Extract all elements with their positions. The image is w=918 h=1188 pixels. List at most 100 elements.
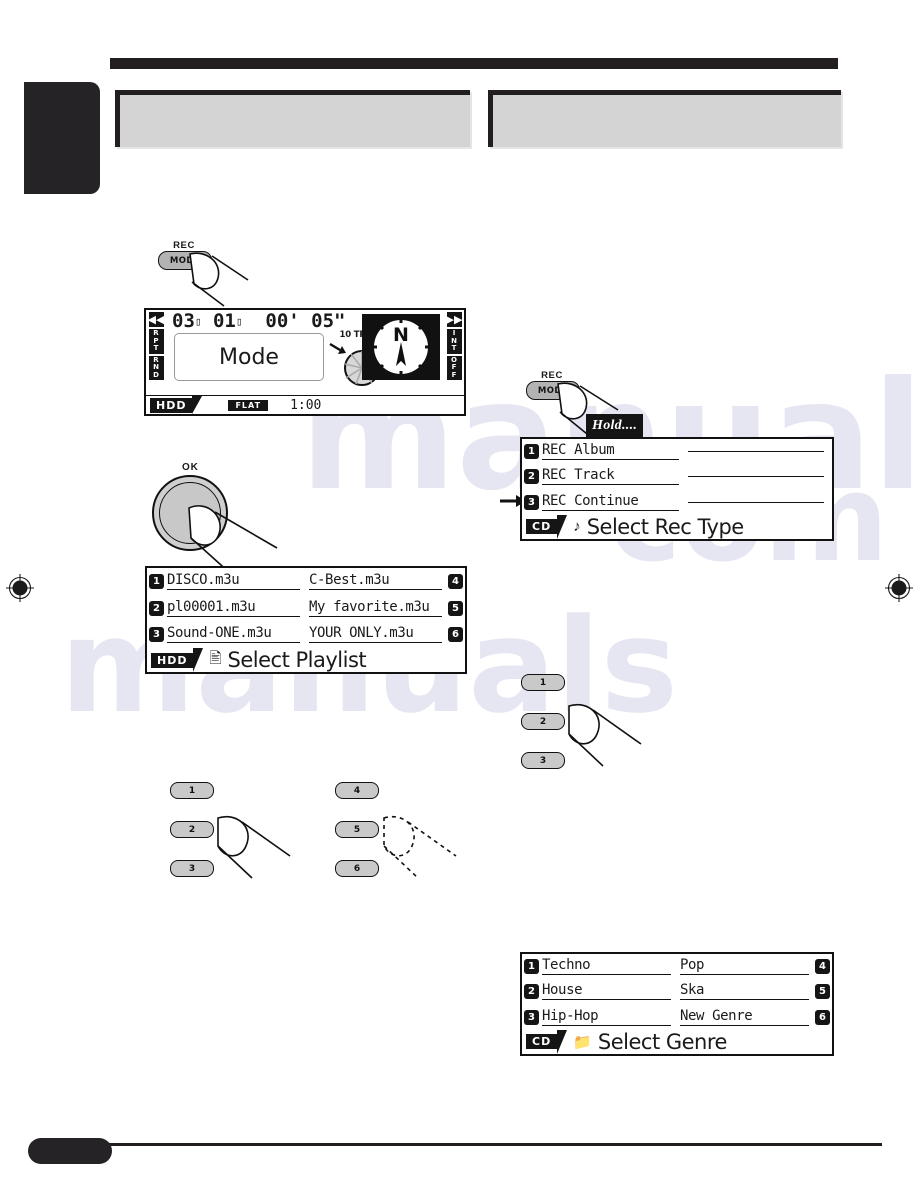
genre-index-left: 3 (524, 1009, 539, 1025)
status-bar-slant (192, 396, 203, 414)
rectype-item-rec-continue[interactable]: REC Continue (542, 493, 679, 511)
section-heading-box-left (115, 90, 470, 147)
rectype-row[interactable]: 3 REC Continue (522, 490, 832, 515)
rec-mode-key-right[interactable]: REC MODE (518, 370, 592, 400)
preset-key-1[interactable]: 1 (521, 674, 565, 691)
genre-item-house[interactable]: House (542, 982, 671, 1001)
genre-index-right: 4 (815, 959, 830, 975)
status-bar-slant (193, 648, 204, 673)
rectype-index-left: 1 (524, 444, 539, 460)
preset-key-column-left[interactable]: 1 2 3 (170, 782, 214, 877)
preset-key-3-label: 3 (188, 863, 196, 874)
preset-key-2-label: 2 (539, 716, 547, 727)
rectype-display-status-bar: CD ♪ Select Rec Type (522, 514, 832, 539)
playlist-item-2[interactable]: pl00001.m3u (167, 599, 300, 617)
playlist-row[interactable]: 1 DISCO.m3u C-Best.m3u 4 (147, 568, 465, 595)
genre-index-left: 2 (524, 984, 539, 1000)
genre-index-right: 6 (815, 1009, 830, 1025)
preset-key-2[interactable]: 2 (521, 713, 565, 730)
playlist-row[interactable]: 3 Sound-ONE.m3u YOUR ONLY.m3u 6 (147, 621, 465, 648)
genre-row[interactable]: 2 House Ska 5 (522, 979, 832, 1004)
preset-key-1-label: 1 (188, 785, 196, 796)
source-tag-cd: CD (526, 519, 558, 535)
rectype-row[interactable]: 2 REC Track (522, 464, 832, 489)
preset-key-3[interactable]: 3 (170, 860, 214, 877)
select-playlist-display: 1 DISCO.m3u C-Best.m3u 4 2 pl00001.m3u M… (145, 566, 467, 674)
genre-item-techno[interactable]: Techno (542, 957, 671, 976)
rectype-item-rec-album[interactable]: REC Album (542, 442, 679, 461)
preset-key-4[interactable]: 4 (335, 782, 379, 799)
status-bar-slant (557, 514, 568, 539)
genre-item-new-genre[interactable]: New Genre (680, 1008, 809, 1026)
genre-item-hip-hop[interactable]: Hip-Hop (542, 1008, 671, 1026)
page-top-rule (110, 58, 838, 69)
source-tag-cd: CD (526, 1034, 558, 1050)
eq-tag-flat: FLAT (228, 399, 269, 411)
hold-hint-text: Hold.... (592, 418, 638, 433)
preset-key-3[interactable]: 3 (521, 752, 565, 769)
mode-button: MODE (526, 381, 580, 400)
registration-mark-right-icon (884, 573, 914, 603)
preset-key-1[interactable]: 1 (170, 782, 214, 799)
rec-mode-key-left[interactable]: REC MODE (150, 240, 224, 270)
rec-key-label: REC (541, 370, 563, 381)
preset-key-6-label: 6 (353, 863, 361, 874)
skip-back-icon: ◀◀ (147, 312, 165, 327)
display-right-indicator-column: ▶▶ INT OFF (444, 310, 464, 395)
playlist-display-status-bar: HDD 🖹 Select Playlist (147, 648, 465, 673)
playlist-item-4[interactable]: C-Best.m3u (309, 572, 442, 590)
status-bar-slant (557, 1029, 568, 1054)
playlist-index-left: 2 (149, 600, 164, 616)
genre-item-pop[interactable]: Pop (680, 957, 809, 976)
page-footer-rule (36, 1143, 882, 1146)
select-rec-type-display: 1 REC Album 2 REC Track 3 REC Continue C… (520, 437, 834, 541)
preset-key-column-right[interactable]: 4 5 6 (335, 782, 379, 877)
source-tag-hdd: HDD (150, 397, 193, 413)
mode-text-box: Mode (174, 333, 324, 381)
ok-knob-label: OK (182, 462, 199, 473)
preset-key-2[interactable]: 2 (170, 821, 214, 838)
rectype-item-right-1[interactable] (687, 450, 824, 453)
preset-key-6[interactable]: 6 (335, 860, 379, 877)
chapter-thumb-tab (24, 82, 100, 194)
page-number-tab (28, 1138, 112, 1164)
genre-index-right: 5 (815, 984, 830, 1000)
rectype-row[interactable]: 1 REC Album (522, 439, 832, 464)
playlist-row[interactable]: 2 pl00001.m3u My favorite.m3u 5 (147, 595, 465, 622)
playlist-index-right: 4 (448, 573, 463, 589)
rectype-item-rec-track[interactable]: REC Track (542, 467, 679, 486)
preset-key-column-right-side[interactable]: 1 2 3 (521, 674, 565, 769)
display-left-indicator-column: ◀◀ RPT RND (146, 310, 166, 395)
rpt-indicator: RPT (148, 329, 164, 354)
playlist-item-1[interactable]: DISCO.m3u (167, 572, 300, 590)
finger-pointer-preset-key-5-dashed-icon (383, 815, 457, 879)
folder-icon: 📁 (573, 1033, 592, 1051)
ok-rotary-knob[interactable]: OK (152, 462, 262, 568)
rectype-index-left: 2 (524, 469, 539, 485)
playlist-item-6[interactable]: YOUR ONLY.m3u (309, 625, 442, 644)
playlist-item-5[interactable]: My favorite.m3u (309, 599, 442, 617)
ok-knob-ring[interactable] (152, 475, 228, 551)
rec-key-label: REC (173, 240, 195, 251)
preset-key-3-label: 3 (539, 755, 547, 766)
elapsed-time: 00' 05" (265, 310, 346, 332)
main-display-status-bar: HDD FLAT 1:00 (146, 395, 464, 414)
registration-mark-left-icon (5, 573, 35, 603)
genre-index-left: 1 (524, 959, 539, 975)
rectype-item-right-2[interactable] (687, 475, 824, 478)
select-genre-display: 1 Techno Pop 4 2 House Ska 5 3 Hip-Hop N… (520, 952, 834, 1056)
preset-key-5[interactable]: 5 (335, 821, 379, 838)
playlist-index-left: 3 (149, 627, 164, 643)
hold-hint-badge: Hold.... (586, 414, 644, 437)
playlist-item-3[interactable]: Sound-ONE.m3u (167, 625, 300, 644)
track-number: 03 (172, 310, 195, 332)
rectype-item-right-3[interactable] (687, 501, 824, 503)
genre-row[interactable]: 1 Techno Pop 4 (522, 954, 832, 979)
genre-item-ska[interactable]: Ska (680, 982, 809, 1001)
music-note-icon: ♪ (573, 518, 581, 536)
playlist-display-title: Select Playlist (227, 648, 367, 673)
preset-key-2-label: 2 (188, 824, 196, 835)
preset-key-4-label: 4 (353, 785, 361, 796)
mode-button: MODE (158, 251, 212, 270)
genre-row[interactable]: 3 Hip-Hop New Genre 6 (522, 1005, 832, 1030)
